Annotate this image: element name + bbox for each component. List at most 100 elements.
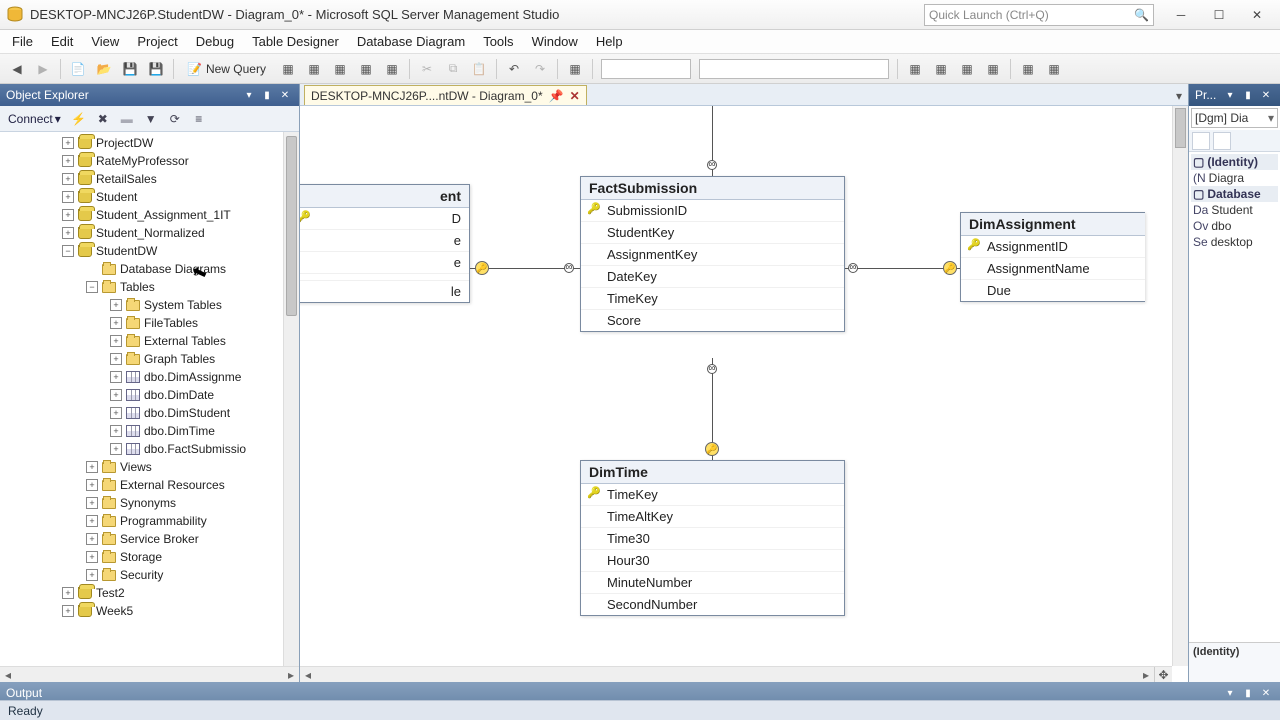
undo-button[interactable]: ↶ [503, 58, 525, 80]
column[interactable]: SecondNumber [581, 594, 844, 615]
tree-node-week5[interactable]: Week5 [96, 604, 133, 618]
table-factsubmission[interactable]: FactSubmission SubmissionID StudentKey A… [580, 176, 845, 332]
expand-icon[interactable]: + [110, 353, 122, 365]
copy-button[interactable]: ⧉ [442, 58, 464, 80]
column[interactable]: AssignmentKey [581, 244, 844, 266]
menu-project[interactable]: Project [129, 32, 185, 51]
save-button[interactable]: 💾 [119, 58, 141, 80]
properties-grid[interactable]: ▢(Identity) (NDiagra ▢Database DaStudent… [1189, 152, 1280, 642]
tree-node-synonyms[interactable]: Synonyms [120, 496, 176, 510]
column[interactable]: AssignmentName [961, 258, 1145, 280]
tree-node-retailsales[interactable]: RetailSales [96, 172, 157, 186]
tab-pin-icon[interactable]: 📌 [549, 89, 564, 103]
tree-node-dbo-dimtime[interactable]: dbo.DimTime [144, 424, 215, 438]
tree-node-student-normalized[interactable]: Student_Normalized [96, 226, 205, 240]
diagram-btn-5[interactable]: ▦ [1017, 58, 1039, 80]
expand-icon[interactable]: + [86, 569, 98, 581]
stop-button[interactable]: ✖ [93, 109, 113, 129]
canvas-vscrollbar[interactable] [1172, 106, 1188, 666]
menu-table-designer[interactable]: Table Designer [244, 32, 347, 51]
nav-back-button[interactable]: ◀ [6, 58, 28, 80]
collapse-icon[interactable]: − [86, 281, 98, 293]
expand-icon[interactable]: + [62, 137, 74, 149]
column[interactable]: StudentKey [581, 222, 844, 244]
menu-window[interactable]: Window [524, 32, 586, 51]
pane-close-icon[interactable]: ✕ [1258, 685, 1274, 701]
pane-dropdown-icon[interactable]: ▾ [241, 87, 257, 103]
tree-node-system-tables[interactable]: System Tables [144, 298, 222, 312]
pane-pin-icon[interactable]: ▮ [259, 87, 275, 103]
column[interactable]: SubmissionID [581, 200, 844, 222]
tree-node-dbo-dimdate[interactable]: dbo.DimDate [144, 388, 214, 402]
menu-debug[interactable]: Debug [188, 32, 242, 51]
pane-pin-icon[interactable]: ▮ [1240, 685, 1256, 701]
tree-node-graph-tables[interactable]: Graph Tables [144, 352, 215, 366]
expand-icon[interactable]: + [110, 407, 122, 419]
tree-node-external-tables[interactable]: External Tables [144, 334, 226, 348]
diagram-btn-3[interactable]: ▦ [956, 58, 978, 80]
nav-fwd-button[interactable]: ▶ [32, 58, 54, 80]
expand-icon[interactable]: + [110, 443, 122, 455]
cut-button[interactable]: ✂ [416, 58, 438, 80]
column[interactable]: TimeKey [581, 484, 844, 506]
tree-node-ratemyprofessor[interactable]: RateMyProfessor [96, 154, 189, 168]
quick-launch-input[interactable]: Quick Launch (Ctrl+Q) 🔍 [924, 4, 1154, 26]
tree-node-dbo-dimassignment[interactable]: dbo.DimAssignme [144, 370, 241, 384]
tab-dropdown-icon[interactable]: ▾ [1170, 87, 1188, 105]
maximize-button[interactable]: ☐ [1202, 4, 1236, 26]
column[interactable]: e [300, 230, 469, 252]
tree-node-dbo-factsubmission[interactable]: dbo.FactSubmissio [144, 442, 246, 456]
tree-node-service-broker[interactable]: Service Broker [120, 532, 199, 546]
pane-dropdown-icon[interactable]: ▾ [1222, 87, 1238, 103]
tree-node-projectdw[interactable]: ProjectDW [96, 136, 153, 150]
toolbar-combo-1[interactable] [601, 59, 691, 79]
expand-icon[interactable]: + [110, 299, 122, 311]
expand-icon[interactable]: + [86, 497, 98, 509]
query-btn-1[interactable]: ▦ [277, 58, 299, 80]
menu-view[interactable]: View [83, 32, 127, 51]
tree-node-views[interactable]: Views [120, 460, 152, 474]
canvas-hscrollbar[interactable]: ◂▸ ✥ [300, 666, 1172, 682]
tree-node-filetables[interactable]: FileTables [144, 316, 198, 330]
column[interactable]: DateKey [581, 266, 844, 288]
column[interactable]: MinuteNumber [581, 572, 844, 594]
query-btn-4[interactable]: ▦ [355, 58, 377, 80]
menu-database-diagram[interactable]: Database Diagram [349, 32, 473, 51]
tree-node-storage[interactable]: Storage [120, 550, 162, 564]
script-button[interactable]: ≡ [189, 109, 209, 129]
menu-help[interactable]: Help [588, 32, 631, 51]
categorized-button[interactable] [1192, 132, 1210, 150]
expand-icon[interactable]: + [62, 191, 74, 203]
column[interactable]: e [300, 252, 469, 274]
column[interactable]: TimeKey [581, 288, 844, 310]
tree-node-external-resources[interactable]: External Resources [120, 478, 225, 492]
tree-node-student[interactable]: Student [96, 190, 137, 204]
expand-icon[interactable]: + [86, 551, 98, 563]
toolbar-combo-2[interactable] [699, 59, 889, 79]
table-dimstudent[interactable]: ent D e e le [300, 184, 470, 303]
diagram-btn-6[interactable]: ▦ [1043, 58, 1065, 80]
tab-close-icon[interactable]: ✕ [570, 89, 580, 103]
filter-button[interactable]: ▬ [117, 109, 137, 129]
query-btn-3[interactable]: ▦ [329, 58, 351, 80]
diagram-btn-4[interactable]: ▦ [982, 58, 1004, 80]
expand-icon[interactable]: + [62, 209, 74, 221]
close-button[interactable]: ✕ [1240, 4, 1274, 26]
tree-node-database-diagrams[interactable]: Database Diagrams [120, 262, 226, 276]
new-item-button[interactable]: 📄 [67, 58, 89, 80]
redo-button[interactable]: ↷ [529, 58, 551, 80]
column[interactable]: Time30 [581, 528, 844, 550]
refresh-button[interactable]: ⟳ [165, 109, 185, 129]
query-btn-2[interactable]: ▦ [303, 58, 325, 80]
pane-close-icon[interactable]: ✕ [277, 87, 293, 103]
tab-diagram-0[interactable]: DESKTOP-MNCJ26P....ntDW - Diagram_0* 📌 ✕ [304, 85, 587, 105]
expand-icon[interactable]: + [62, 227, 74, 239]
minimize-button[interactable]: ─ [1164, 4, 1198, 26]
expand-icon[interactable]: + [86, 461, 98, 473]
column[interactable]: Hour30 [581, 550, 844, 572]
canvas-pan-icon[interactable]: ✥ [1154, 667, 1172, 682]
tree-node-tables[interactable]: Tables [120, 280, 155, 294]
menu-file[interactable]: File [4, 32, 41, 51]
object-explorer-tree[interactable]: + ProjectDW + RateMyProfessor + RetailSales… [0, 132, 299, 666]
expand-icon[interactable]: + [86, 533, 98, 545]
